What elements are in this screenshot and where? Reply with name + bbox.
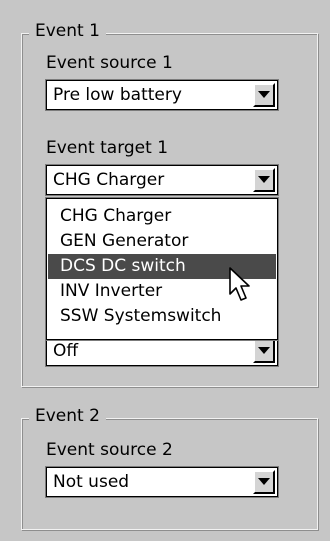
event-source-1-value: Pre low battery: [53, 85, 182, 105]
dropdown-option-chg[interactable]: CHG Charger: [48, 204, 276, 229]
event-source-1-label: Event source 1: [46, 53, 173, 73]
event-value-1-value: Off: [53, 341, 79, 361]
triangle-down-icon: [258, 91, 270, 98]
triangle-down-icon: [258, 478, 270, 485]
event2-legend: Event 2: [29, 406, 106, 426]
event-source-2-dropdown-button[interactable]: [253, 470, 275, 494]
dropdown-option-ssw[interactable]: SSW Systemswitch: [48, 304, 276, 329]
event-source-2-value: Not used: [53, 472, 130, 492]
event-source-2-label: Event source 2: [46, 440, 173, 460]
event-source-2-select[interactable]: Not used: [46, 467, 278, 497]
triangle-down-icon: [258, 347, 270, 354]
triangle-down-icon: [258, 176, 270, 183]
event-source-1-dropdown-button[interactable]: [253, 83, 275, 107]
event-target-1-select[interactable]: CHG Charger: [46, 165, 278, 195]
event1-legend: Event 1: [29, 21, 106, 41]
event-target-1-value: CHG Charger: [53, 170, 165, 190]
mouse-pointer-icon: [229, 267, 250, 301]
event-target-1-label: Event target 1: [46, 138, 169, 158]
event-value-1-dropdown-button[interactable]: [253, 339, 275, 363]
event-source-1-select[interactable]: Pre low battery: [46, 80, 278, 110]
dropdown-option-gen[interactable]: GEN Generator: [48, 229, 276, 254]
event-target-1-dropdown-button[interactable]: [253, 168, 275, 192]
